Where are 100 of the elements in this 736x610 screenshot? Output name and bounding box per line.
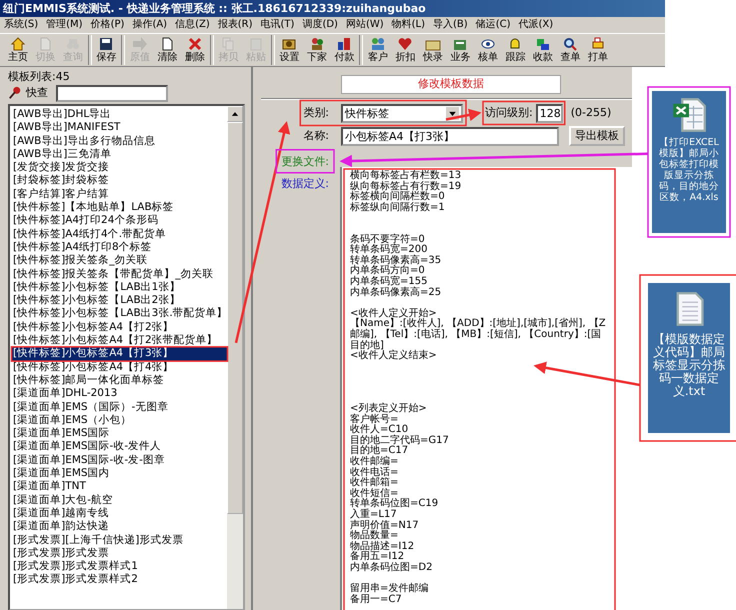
- list-item[interactable]: [AWB导出]DHL导出: [12, 108, 227, 122]
- list-item[interactable]: [形式发票]形式发票样式2: [12, 573, 227, 587]
- access-level-field[interactable]: 128: [536, 104, 563, 122]
- list-item[interactable]: [客户结算]客户结算: [12, 188, 227, 202]
- field-label: 访问级别:: [485, 104, 533, 121]
- menu-item[interactable]: 代派(X): [514, 17, 558, 33]
- toolbar-button[interactable]: 跟踪: [502, 36, 529, 64]
- category-dropdown[interactable]: 快件标签: [341, 104, 463, 122]
- menu-item[interactable]: 调度(D): [298, 17, 342, 33]
- list-item[interactable]: [快件标签]A4纸打印8个标签: [12, 240, 227, 254]
- menu-item[interactable]: 网站(W): [342, 17, 388, 33]
- menu-item[interactable]: 价格(P): [86, 17, 128, 33]
- menu-item[interactable]: 管理(M): [42, 17, 87, 33]
- toolbar-button[interactable]: 保存: [92, 36, 120, 64]
- list-item[interactable]: [渠道面单]EMS国内: [12, 467, 227, 480]
- text-line: 内单条码位图=D2: [350, 562, 434, 574]
- bars-icon: [336, 36, 352, 52]
- menu-item[interactable]: 系统(S): [0, 17, 42, 33]
- list-item[interactable]: [快件标签]【本地贴单】LAB标签: [12, 201, 227, 214]
- text-line: 声明价值=N17: [350, 520, 420, 531]
- list-item[interactable]: [渠道面单]EMS国际: [12, 427, 227, 440]
- list-item[interactable]: [渠道面单]越南专线: [12, 506, 227, 520]
- text-line: 内单条码像素高=25: [350, 288, 442, 298]
- menu-item[interactable]: 物料(L): [388, 17, 430, 33]
- toolbar-button[interactable]: 业务: [446, 36, 474, 64]
- arrow-icon: [132, 36, 148, 52]
- people-icon: [370, 36, 386, 52]
- text-line: 客户帐号=: [350, 414, 398, 425]
- toolbar-button[interactable]: 收款: [529, 36, 556, 64]
- list-item[interactable]: [快件标签]小包标签【LAB出2张】: [12, 294, 227, 308]
- menu-item[interactable]: 报表(R): [214, 17, 257, 33]
- menu-item[interactable]: 导入(B): [429, 17, 472, 33]
- toolbar-button[interactable]: 核单: [474, 36, 502, 64]
- text-line: 转单条码位图=C19: [350, 499, 440, 510]
- field-label: 数据定义:: [281, 176, 329, 190]
- toolbar-button[interactable]: 下家: [303, 36, 330, 64]
- field-label: 名称:: [303, 128, 329, 142]
- list-item[interactable]: [渠道面单]韵达快递: [12, 520, 227, 534]
- search-field[interactable]: [56, 84, 168, 102]
- list-item[interactable]: [快件标签]小包标签A4【打3张】: [12, 347, 227, 361]
- export-button[interactable]: 导出模板: [569, 126, 625, 146]
- text-line: 内单条码方向=0: [350, 266, 426, 276]
- list-item[interactable]: [快件标签]小包标签A4【打4张】: [12, 360, 227, 374]
- list-item[interactable]: [渠道面单]DHL-2013: [12, 387, 227, 401]
- toolbar-button[interactable]: 付款: [330, 36, 358, 64]
- list-item[interactable]: [快件标签]A4纸打4个.带配货单: [12, 228, 227, 241]
- toolbar-button[interactable]: 查单: [556, 36, 584, 64]
- list-item[interactable]: [渠道面单]TNT: [12, 480, 227, 494]
- list-item[interactable]: [AWB导出]三免清单: [12, 148, 227, 162]
- text-line: 转单条码像素高=35: [350, 256, 442, 266]
- text-line: 目的地二字代码=G17: [350, 436, 450, 446]
- menu-item[interactable]: 储运(C): [472, 17, 514, 33]
- list-item[interactable]: [形式发票]形式发票样式1: [12, 560, 227, 574]
- toolbar-button[interactable]: 删除: [181, 36, 208, 64]
- list-item[interactable]: [渠道面单]EMS国际-收-发件人: [12, 440, 227, 454]
- toolbar-button[interactable]: 设置: [276, 36, 303, 64]
- list-item[interactable]: [快件标签]邮局一体化面单标签: [12, 374, 227, 388]
- list-item[interactable]: [快件标签]小包标签【LAB出1张】: [12, 280, 227, 294]
- toolbar-button[interactable]: 快录: [419, 36, 446, 64]
- text-line: 目的地=C17: [350, 446, 410, 456]
- text-line: 留用串=发件邮编: [350, 584, 430, 594]
- menu-item[interactable]: 电讯(T): [256, 17, 298, 33]
- name-field[interactable]: 小包标签A4【打3张】: [341, 126, 559, 146]
- menu-item[interactable]: 信息(Z): [171, 17, 214, 33]
- list-item[interactable]: [渠道面单]EMS（国际）-无图章: [12, 400, 227, 414]
- list-item[interactable]: [快件标签]小包标签A4【打2张】: [12, 320, 227, 334]
- list-item[interactable]: [快件标签]报关签条【带配货单】_勿关联: [12, 268, 227, 281]
- menu-item[interactable]: 操作(A): [128, 17, 172, 33]
- list-item[interactable]: [快件标签]小包标签A4【打2张带配货单】: [12, 334, 227, 348]
- list-item[interactable]: [封袋标签]封袋标签: [12, 174, 227, 188]
- toolbar-button[interactable]: 打单: [584, 36, 612, 64]
- list-item[interactable]: [快件标签]A4打印24个条形码: [12, 214, 227, 228]
- file-name: 【模版数据定义代码】邮局标签显示分拣码一数据定义.txt: [652, 333, 726, 398]
- list-title: 模板列表:45: [8, 70, 71, 84]
- list-item[interactable]: [发货交接]发货交接: [12, 161, 227, 174]
- toolbar-button[interactable]: 客户: [364, 36, 392, 64]
- toolbar-button[interactable]: 折扣: [392, 36, 419, 64]
- arrow: [446, 108, 482, 122]
- list-item[interactable]: [AWB导出]MANIFEST: [12, 121, 227, 135]
- toolbar-button[interactable]: 主页: [4, 36, 32, 64]
- cross-icon: [186, 36, 203, 52]
- text-line: 内单条码宽=155: [350, 276, 428, 287]
- list-item[interactable]: [快件标签]小包标签【LAB出3张.带配货单】: [12, 307, 227, 321]
- scrollbar[interactable]: [227, 106, 243, 609]
- list-item[interactable]: [形式发票][上海千信快递]形式发票: [12, 534, 227, 547]
- text-line: <收件人定义结束>: [350, 351, 438, 362]
- list-item[interactable]: [渠道面单]EMS国际-收-发-图章: [12, 454, 227, 468]
- toolbar-button[interactable]: 清除: [154, 36, 181, 64]
- list-item[interactable]: [AWB导出]导出多行物品信息: [12, 134, 227, 148]
- list-item[interactable]: [渠道面单]EMS（小包）: [12, 414, 227, 428]
- field-label: 类别:: [303, 106, 329, 119]
- text-line: 邮编], 【Tel】:[电话], 【MB】:[短信], 【Country】:[国: [350, 330, 602, 340]
- house-icon: [10, 36, 26, 52]
- text-line: 标签横向间隔栏数=0: [350, 192, 446, 202]
- highlight-frame: [276, 149, 335, 174]
- text-line: 备用一=C7: [350, 594, 403, 606]
- list-item[interactable]: [快件标签]报关签条_勿关联: [12, 254, 227, 268]
- text-line: 条码不要字符=0: [350, 234, 425, 245]
- list-item[interactable]: [形式发票]形式发票: [12, 546, 227, 560]
- list-item[interactable]: [渠道面单]大包-航空: [12, 494, 227, 507]
